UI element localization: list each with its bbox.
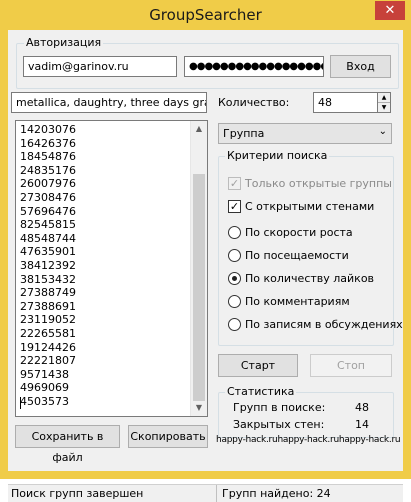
sort-radio-comments[interactable] — [228, 295, 241, 308]
list-item: 47635901 — [20, 245, 76, 259]
type-select[interactable]: Группа ⌄ — [218, 123, 392, 144]
list-item: 27388749 — [20, 286, 76, 300]
copy-button[interactable]: Скопировать — [128, 425, 208, 448]
sort-radio-growth[interactable] — [228, 226, 241, 239]
chevron-down-icon: ⌄ — [378, 126, 387, 137]
results-scrollbar[interactable]: ▲ ▼ — [190, 121, 207, 416]
up-arrow-icon[interactable]: ▲ — [378, 93, 390, 103]
status-separator — [216, 485, 217, 502]
list-item: 9571438 — [20, 367, 69, 381]
scroll-thumb[interactable] — [193, 174, 205, 401]
criteria-legend: Критерии поиска — [225, 149, 330, 162]
sort-label-traffic: По посещаемости — [245, 249, 349, 262]
scroll-up-icon[interactable]: ▲ — [191, 121, 207, 137]
list-item: 4969069 — [20, 381, 69, 395]
open-walls-checkbox[interactable]: ✓ — [228, 200, 241, 213]
groups-in-search-value: 48 — [355, 401, 369, 414]
list-item: 27388691 — [20, 299, 76, 313]
search-query-input[interactable]: metallica, daughtry, three days grace — [11, 92, 207, 113]
list-item: 82545815 — [20, 218, 76, 232]
stats-legend: Статистика — [225, 385, 297, 398]
stop-button[interactable]: Стоп — [310, 354, 392, 377]
groups-in-search-label: Групп в поиске: — [233, 401, 326, 414]
start-button[interactable]: Старт — [218, 354, 298, 377]
password-input[interactable]: ●●●●●●●●●●●●●●●●●●●●●● — [184, 56, 324, 77]
auth-legend: Авторизация — [24, 36, 104, 49]
sort-label-discussions: По записям в обсуждениях — [245, 318, 403, 331]
count-label: Количество: — [218, 96, 290, 109]
list-item: 38412392 — [20, 258, 76, 272]
list-item: 14203076 — [20, 123, 76, 136]
list-item: 23119052 — [20, 313, 76, 327]
save-to-file-button[interactable]: Сохранить в файл — [15, 425, 120, 464]
radio-selected-dot — [232, 276, 237, 281]
results-list[interactable]: 14203076 16426376 18454876 24835176 26007976… — [15, 120, 208, 417]
list-item: 57696476 — [20, 204, 76, 218]
status-right-text: Групп найдено: 24 — [222, 487, 331, 500]
window-title: GroupSearcher — [149, 6, 262, 24]
sort-label-likes: По количеству лайков — [245, 272, 375, 285]
list-item: 48548744 — [20, 231, 76, 245]
list-item: 26007976 — [20, 177, 76, 191]
login-button[interactable]: Вход — [330, 55, 391, 78]
list-item: 24835176 — [20, 163, 76, 177]
type-select-value: Группа — [223, 127, 265, 140]
criteria-group: Критерии поиска ✓ Только открытые группы… — [218, 149, 403, 346]
only-open-checkbox[interactable]: ✓ — [228, 177, 241, 190]
list-item: 4503573 — [20, 394, 69, 408]
list-item: 27308476 — [20, 190, 76, 204]
sort-label-growth: По скорости роста — [245, 226, 353, 239]
sort-radio-discussions[interactable] — [228, 318, 241, 331]
sort-label-comments: По комментариям — [245, 295, 350, 308]
sort-radio-traffic[interactable] — [228, 249, 241, 262]
count-spinner[interactable]: ▲ ▼ — [377, 92, 391, 113]
text-caret — [20, 397, 21, 409]
only-open-label: Только открытые группы — [245, 177, 392, 190]
auth-group: Авторизация vadim@garinov.ru ●●●●●●●●●●●… — [16, 36, 399, 89]
down-arrow-icon[interactable]: ▼ — [378, 103, 390, 112]
closed-walls-value: 14 — [355, 418, 369, 431]
list-item: 22221807 — [20, 354, 76, 368]
close-icon: ✕ — [384, 3, 396, 18]
watermark-text: happy-hack.ruhappy-hack.ruhappy-hack.ru — [216, 435, 401, 445]
stats-group: Статистика Групп в поиске: 48 Закрытых с… — [218, 385, 394, 438]
app-window: GroupSearcher ✕ Авторизация vadim@garino… — [0, 0, 411, 502]
closed-walls-label: Закрытых стен: — [233, 418, 325, 431]
list-item: 38153432 — [20, 272, 76, 286]
sort-radio-likes[interactable] — [228, 272, 241, 285]
open-walls-label: С открытыми стенами — [245, 200, 375, 213]
scroll-down-icon[interactable]: ▼ — [191, 400, 207, 416]
close-button[interactable]: ✕ — [375, 1, 405, 20]
login-input[interactable]: vadim@garinov.ru — [23, 56, 177, 77]
list-item: 19124426 — [20, 340, 76, 354]
status-left-text: Поиск групп завершен — [11, 487, 144, 500]
status-bar: Поиск групп завершен Групп найдено: 24 — [8, 484, 403, 502]
list-item: 22265581 — [20, 326, 76, 340]
list-item: 18454876 — [20, 150, 76, 164]
results-lines: 14203076 16426376 18454876 24835176 26007976… — [20, 123, 76, 408]
client-area: Авторизация vadim@garinov.ru ●●●●●●●●●●●… — [8, 30, 403, 502]
title-bar[interactable]: GroupSearcher ✕ — [0, 0, 411, 30]
count-input[interactable]: 48 — [313, 92, 378, 113]
list-item: 16426376 — [20, 136, 76, 150]
